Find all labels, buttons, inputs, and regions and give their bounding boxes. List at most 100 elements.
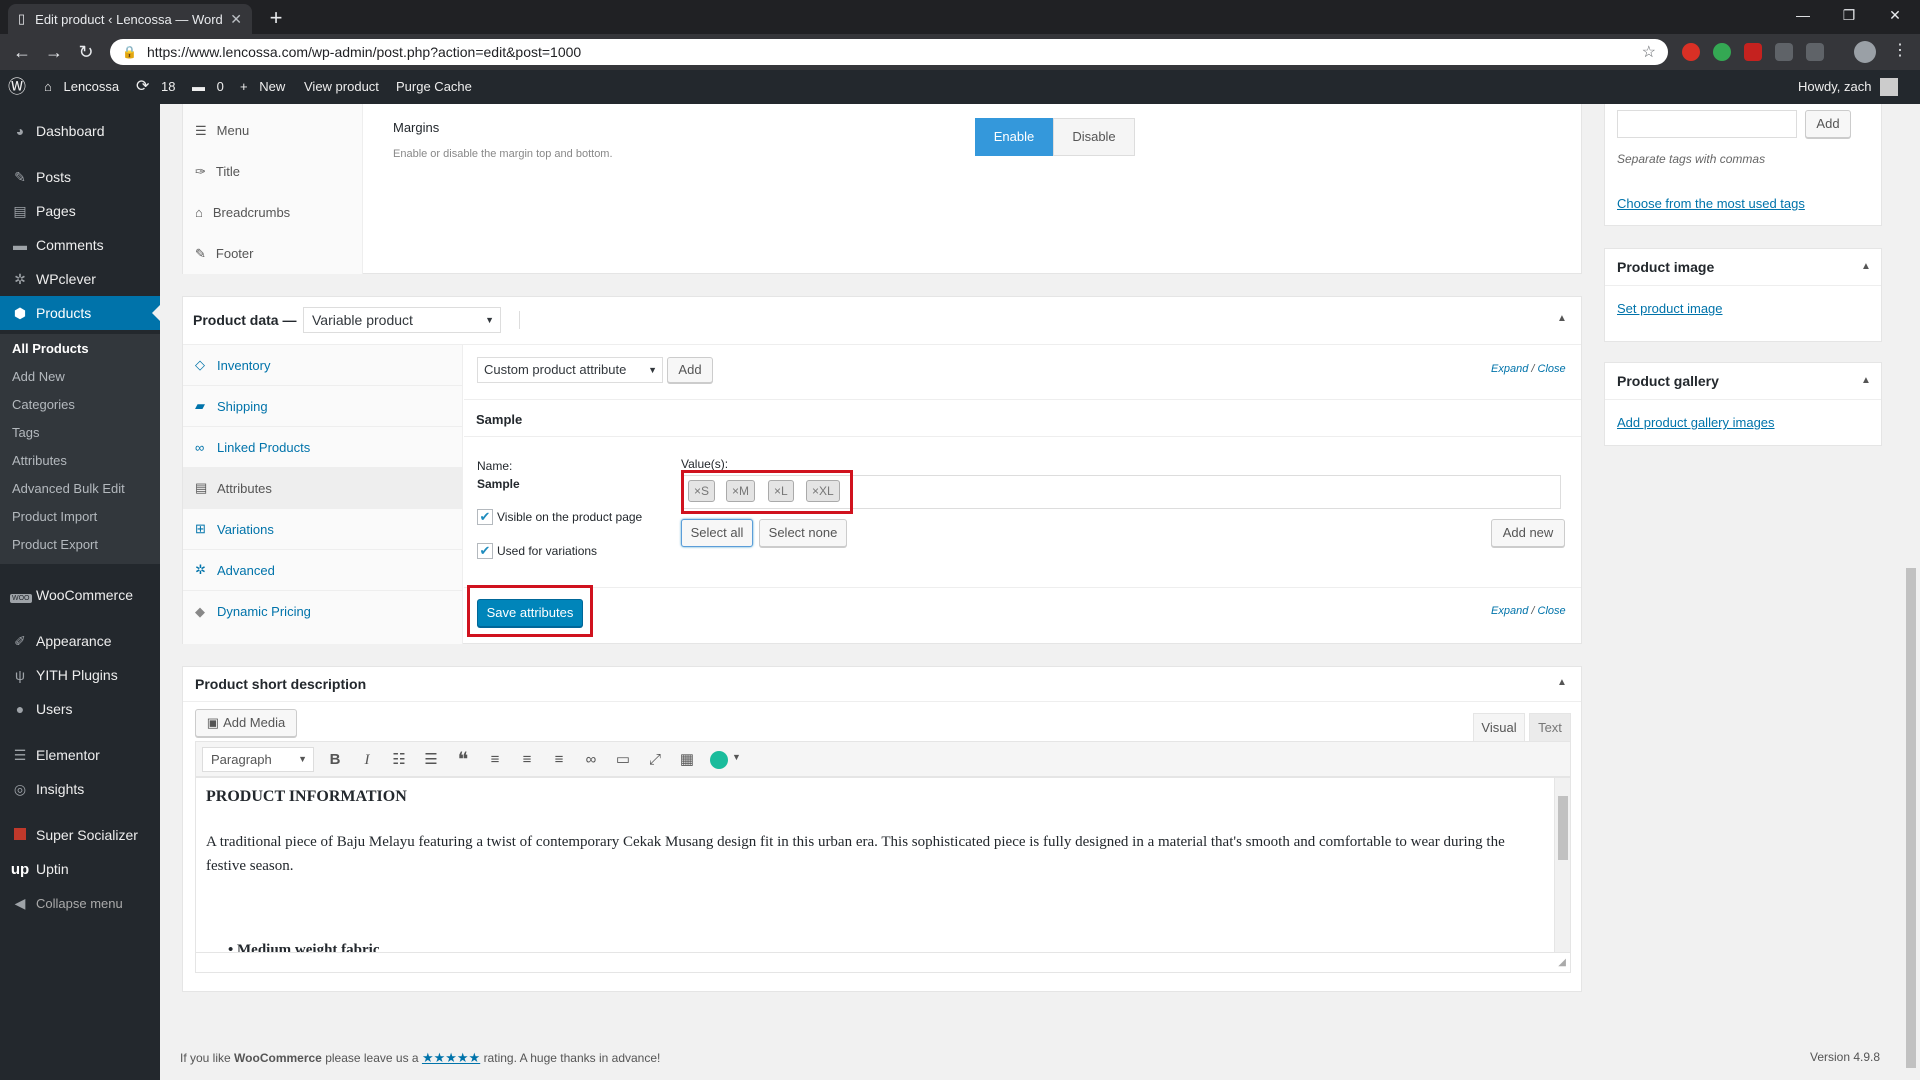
extension-pen-icon[interactable] bbox=[1775, 43, 1793, 61]
menu-pages[interactable]: ▤ Pages bbox=[0, 194, 160, 228]
collapse-toggle-icon[interactable]: ▲ bbox=[1557, 313, 1567, 324]
tab-inventory[interactable]: ◇ Inventory bbox=[183, 345, 463, 386]
profile-avatar-icon[interactable] bbox=[1854, 41, 1876, 63]
new-content-link[interactable]: + New bbox=[240, 70, 285, 104]
add-new-value-button[interactable]: Add new bbox=[1491, 519, 1565, 547]
submenu-advanced-bulk-edit[interactable]: Advanced Bulk Edit bbox=[12, 478, 125, 500]
toolbar-toggle-icon[interactable]: ▦ bbox=[674, 747, 700, 773]
link-icon[interactable]: ∞ bbox=[578, 747, 604, 773]
site-name-link[interactable]: ⌂ Lencossa bbox=[44, 70, 119, 104]
submenu-add-new[interactable]: Add New bbox=[12, 366, 65, 388]
menu-wpclever[interactable]: ✲ WPclever bbox=[0, 262, 160, 296]
align-center-icon[interactable]: ≡ bbox=[514, 747, 540, 773]
submenu-categories[interactable]: Categories bbox=[12, 394, 75, 416]
bookmark-star-icon[interactable]: ☆ bbox=[1642, 42, 1656, 62]
expand-link[interactable]: Expand bbox=[1491, 605, 1528, 617]
scrollbar-thumb[interactable] bbox=[1558, 796, 1568, 860]
menu-posts[interactable]: ✎ Posts bbox=[0, 160, 160, 194]
close-tab-icon[interactable]: ✕ bbox=[230, 11, 242, 28]
user-avatar[interactable] bbox=[1880, 78, 1898, 96]
select-all-button[interactable]: Select all bbox=[681, 519, 753, 547]
close-link[interactable]: Close bbox=[1538, 605, 1566, 617]
read-more-icon[interactable]: ▭ bbox=[610, 747, 636, 773]
back-icon[interactable]: ← bbox=[8, 40, 36, 64]
view-product-link[interactable]: View product bbox=[304, 70, 379, 104]
extension-red-icon[interactable] bbox=[1744, 43, 1762, 61]
menu-users[interactable]: ● Users bbox=[0, 692, 160, 726]
menu-super-socializer[interactable]: Super Socializer bbox=[0, 818, 160, 852]
close-link[interactable]: Close bbox=[1538, 363, 1566, 375]
rank-math-icon[interactable] bbox=[710, 751, 728, 769]
address-bar[interactable]: 🔒 https://www.lencossa.com/wp-admin/post… bbox=[110, 39, 1668, 65]
menu-yith-plugins[interactable]: ψ YITH Plugins bbox=[0, 658, 160, 692]
align-right-icon[interactable]: ≡ bbox=[546, 747, 572, 773]
italic-icon[interactable]: I bbox=[354, 747, 380, 773]
product-type-select[interactable]: Variable product ▼ bbox=[303, 307, 501, 333]
menu-products[interactable]: ⬢ Products bbox=[0, 296, 160, 330]
tab-text[interactable]: Text bbox=[1529, 713, 1571, 741]
options-tab-breadcrumbs[interactable]: ⌂ Breadcrumbs bbox=[195, 198, 290, 228]
align-left-icon[interactable]: ≡ bbox=[482, 747, 508, 773]
purge-cache-link[interactable]: Purge Cache bbox=[396, 70, 472, 104]
submenu-tags[interactable]: Tags bbox=[12, 422, 39, 444]
menu-appearance[interactable]: ✐ Appearance bbox=[0, 624, 160, 658]
resize-handle-icon[interactable]: ◢ bbox=[1558, 957, 1566, 968]
tab-visual[interactable]: Visual bbox=[1473, 713, 1525, 741]
menu-insights[interactable]: ◎ Insights bbox=[0, 772, 160, 806]
tab-linked-products[interactable]: ∞ Linked Products bbox=[183, 427, 463, 468]
howdy-user-link[interactable]: Howdy, zach bbox=[1798, 70, 1871, 104]
blockquote-icon[interactable]: ❝ bbox=[450, 747, 476, 773]
bold-icon[interactable]: B bbox=[322, 747, 348, 773]
add-attribute-button[interactable]: Add bbox=[667, 357, 713, 383]
page-scrollbar[interactable] bbox=[1902, 104, 1920, 1080]
comments-link[interactable]: ▬ 0 bbox=[192, 70, 224, 104]
browser-tab[interactable]: ▯ Edit product ‹ Lencossa — Word ✕ bbox=[8, 4, 252, 34]
editor-content[interactable]: PRODUCT INFORMATION A traditional piece … bbox=[195, 777, 1571, 953]
add-gallery-images-link[interactable]: Add product gallery images bbox=[1617, 415, 1775, 430]
visible-on-page-checkbox[interactable]: ✔ bbox=[477, 509, 493, 525]
disable-button[interactable]: Disable bbox=[1053, 118, 1135, 156]
format-select[interactable]: Paragraph ▼ bbox=[202, 747, 314, 772]
submenu-attributes[interactable]: Attributes bbox=[12, 450, 67, 472]
collapse-toggle-icon[interactable]: ▲ bbox=[1861, 261, 1871, 272]
add-media-button[interactable]: ▣ Add Media bbox=[195, 709, 297, 737]
options-tab-menu[interactable]: ☰ Menu bbox=[195, 116, 249, 146]
restore-icon[interactable]: ❐ bbox=[1826, 0, 1872, 30]
set-product-image-link[interactable]: Set product image bbox=[1617, 301, 1723, 316]
new-tag-input[interactable] bbox=[1617, 110, 1797, 138]
editor-scrollbar[interactable] bbox=[1554, 778, 1570, 952]
new-tab-button[interactable]: + bbox=[262, 6, 290, 30]
dropdown-arrow-icon[interactable]: ▼ bbox=[732, 752, 741, 762]
fullscreen-icon[interactable]: ⤢ bbox=[642, 747, 668, 773]
collapse-toggle-icon[interactable]: ▲ bbox=[1861, 375, 1871, 386]
browser-menu-icon[interactable]: ⋮ bbox=[1892, 40, 1908, 60]
tab-shipping[interactable]: ▰ Shipping bbox=[183, 386, 463, 427]
extension-green-icon[interactable] bbox=[1713, 43, 1731, 61]
extension-opera-icon[interactable] bbox=[1682, 43, 1700, 61]
tab-attributes[interactable]: ▤ Attributes bbox=[183, 468, 463, 509]
rating-stars-link[interactable]: ★★★★★ bbox=[422, 1050, 480, 1065]
page-scrollbar-thumb[interactable] bbox=[1906, 568, 1916, 1068]
updates-link[interactable]: ⟳ 18 bbox=[136, 70, 176, 104]
collapse-toggle-icon[interactable]: ▲ bbox=[1557, 677, 1567, 688]
reload-icon[interactable]: ↻ bbox=[72, 40, 100, 64]
tab-dynamic-pricing[interactable]: ◆ Dynamic Pricing bbox=[183, 591, 463, 632]
tab-advanced[interactable]: ✲ Advanced bbox=[183, 550, 463, 591]
menu-elementor[interactable]: ☰ Elementor bbox=[0, 738, 160, 772]
enable-button[interactable]: Enable bbox=[975, 118, 1053, 156]
used-for-variations-checkbox[interactable]: ✔ bbox=[477, 543, 493, 559]
numbered-list-icon[interactable]: ☰ bbox=[418, 747, 444, 773]
options-tab-title[interactable]: ✑ Title bbox=[195, 157, 240, 187]
menu-uptin[interactable]: up Uptin bbox=[0, 852, 160, 886]
menu-woocommerce[interactable]: WOO WooCommerce bbox=[0, 578, 160, 612]
select-none-button[interactable]: Select none bbox=[759, 519, 847, 547]
tab-variations[interactable]: ⊞ Variations bbox=[183, 509, 463, 550]
submenu-all-products[interactable]: All Products bbox=[12, 338, 89, 360]
window-close-icon[interactable]: ✕ bbox=[1872, 0, 1918, 30]
submenu-product-import[interactable]: Product Import bbox=[12, 506, 97, 528]
attribute-row-header[interactable]: Sample bbox=[464, 399, 1581, 437]
wordpress-logo-icon[interactable]: Ⓦ bbox=[8, 70, 26, 104]
add-tag-button[interactable]: Add bbox=[1805, 110, 1851, 138]
extension-flag-icon[interactable] bbox=[1806, 43, 1824, 61]
forward-icon[interactable]: → bbox=[40, 40, 68, 64]
